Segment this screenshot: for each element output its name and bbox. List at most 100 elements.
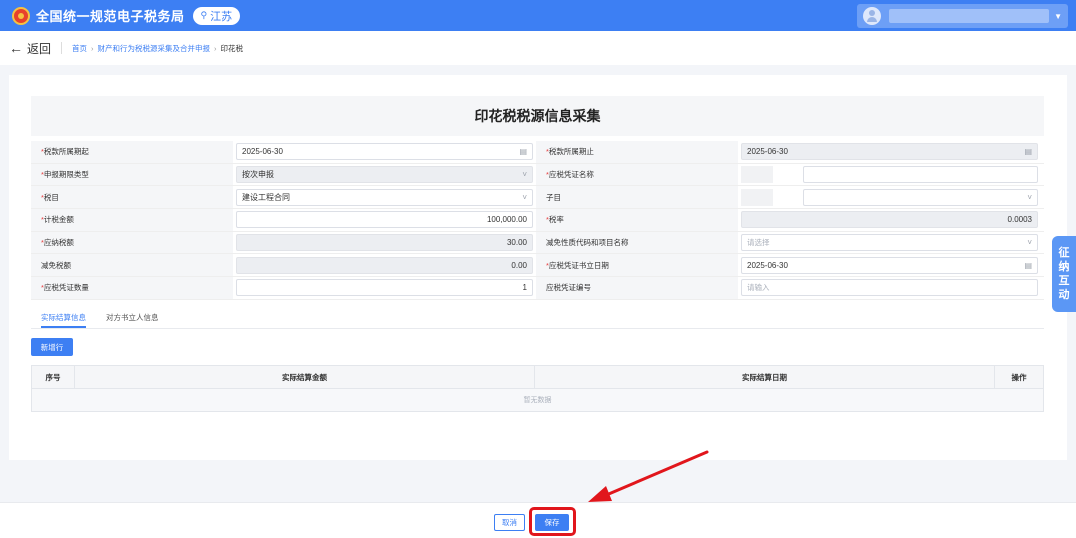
field-input[interactable]: 请输入 [741,279,1038,297]
location-pin-icon: ⚲ [200,10,208,20]
field-input[interactable]: ˅ [803,188,1038,206]
add-row-button[interactable]: 新增行 [31,338,73,356]
field-value: 2025-06-30 [747,260,788,270]
field-label: * 申报期限类型 [31,163,233,186]
field-input: 0.0003 [741,211,1038,229]
table-header: 序号 实际结算金额 实际结算日期 操作 [32,366,1043,389]
field-placeholder: 请输入 [747,283,770,293]
field-input[interactable]: 1 [236,279,533,297]
field-label-text: 应税凭证编号 [546,283,591,293]
field-label-text: 申报期限类型 [43,170,89,180]
field-label: * 税率 [536,209,738,231]
field-value-cell: 请输入 [738,277,1041,299]
field-value-cell: 100,000.00 [233,209,536,231]
cancel-button[interactable]: 取消 [494,514,525,531]
field-label: * 计税金额 [31,209,233,231]
field-value-cell: 0.00 [233,254,536,276]
field-label-text: 计税金额 [43,215,74,225]
user-menu[interactable]: ▼ [857,4,1068,28]
interaction-widget[interactable]: 征纳互动 [1052,236,1076,312]
breadcrumb-separator: › [214,43,217,53]
field-value-cell [738,164,1041,186]
back-button[interactable]: ← 返回 [9,40,51,57]
column-header-date: 实际结算日期 [535,366,995,388]
tax-emblem-icon [12,6,30,25]
field-label-text: 应税凭证书立日期 [548,260,609,270]
page-title: 印花税税源信息采集 [474,108,601,124]
field-value-cell: ˅ [738,186,1041,208]
breadcrumb-current: 印花税 [220,43,244,53]
chevron-down-icon: ˅ [522,192,527,202]
field-label: 子目 [536,186,738,209]
form-card: 印花税税源信息采集 * 税款所属期起 2025-06-30 ▤ * 税款所属期止 2025-… [9,75,1067,460]
field-value: 0.00 [511,260,527,270]
field-value: 1 [522,283,527,293]
field-value-cell: 2025-06-30 ▤ [738,141,1041,163]
field-label-text: 应纳税额 [43,238,74,248]
form-title-bar: 印花税税源信息采集 [31,96,1044,136]
field-input[interactable]: 100,000.00 [236,211,533,229]
calendar-icon: ▤ [1024,147,1032,157]
masked-region [741,188,773,206]
field-value-cell: 建设工程合同 ˅ [233,186,536,208]
form-row: * 税款所属期起 2025-06-30 ▤ * 税款所属期止 2025-06-30 ▤ [31,141,1044,164]
breadcrumb-home[interactable]: 首页 [72,43,87,54]
field-label: * 税款所属期起 [31,141,233,163]
calendar-icon: ▤ [1024,260,1032,270]
interaction-widget-label: 征纳互动 [1058,247,1070,301]
field-label-text: 子目 [546,192,561,202]
calendar-icon: ▤ [519,147,527,157]
field-value-cell: 30.00 [233,232,536,254]
field-input[interactable]: 建设工程合同 ˅ [236,188,533,206]
field-value-cell: 2025-06-30 ▤ [233,141,536,163]
field-value: 2025-06-30 [242,147,283,157]
form-row: 减免税额 0.00 * 应税凭证书立日期 2025-06-30 ▤ [31,254,1044,278]
region-selector[interactable]: ⚲ 江苏 [192,6,241,25]
empty-state: 暂无数据 [32,389,1043,411]
field-label-text: 税目 [43,192,59,202]
breadcrumb-category[interactable]: 财产和行为税税源采集及合并申报 [98,43,211,54]
arrow-left-icon: ← [9,40,23,56]
chevron-down-icon: ˅ [1027,192,1032,202]
field-label-text: 减免税额 [41,260,71,270]
back-label: 返回 [27,41,52,56]
field-label: 减免性质代码和项目名称 [536,231,738,254]
form-row: * 税目 建设工程合同 ˅ 子目 ˅ [31,186,1044,210]
masked-region [741,166,773,184]
avatar [863,7,881,25]
caret-down-icon: ▼ [1054,11,1062,21]
field-value-cell: 按次申报 ˅ [233,164,536,186]
field-label: * 应纳税额 [31,231,233,254]
field-value: 100,000.00 [486,215,527,225]
field-label: * 税款所属期止 [536,141,738,163]
app-title: 全国统一规范电子税务局 [36,9,185,24]
field-label: * 应税凭证名称 [536,163,738,186]
form-row: * 申报期限类型 按次申报 ˅ * 应税凭证名称 [31,163,1044,187]
field-input: 按次申报 ˅ [236,166,533,184]
column-header-amount: 实际结算金额 [75,366,535,388]
form-row: * 应纳税额 30.00 减免性质代码和项目名称 请选择 ˅ [31,231,1044,255]
user-name-masked [889,9,1049,23]
field-value: 30.00 [506,238,527,248]
field-label-text: 税率 [548,215,564,225]
field-value-cell: 0.0003 [738,209,1041,231]
field-value: 按次申报 [242,170,274,180]
field-label: * 应税凭证书立日期 [536,254,738,277]
tab-bar: 实际结算信息 对方书立人信息 [31,310,1044,329]
field-label: * 税目 [31,186,233,209]
field-value: 2025-06-30 [747,147,788,157]
form-row: * 计税金额 100,000.00 * 税率 0.0003 [31,209,1044,232]
tab-counterparty-info[interactable]: 对方书立人信息 [106,310,159,328]
chevron-down-icon: ˅ [1027,238,1032,248]
field-input[interactable]: 请选择 ˅ [741,234,1038,252]
field-value-cell: 2025-06-30 ▤ [738,254,1041,276]
field-label: * 应税凭证数量 [31,277,233,299]
tab-settlement-info[interactable]: 实际结算信息 [41,310,86,328]
field-input[interactable] [803,166,1038,184]
breadcrumb-separator: › [91,43,94,53]
field-input[interactable]: 2025-06-30 ▤ [741,256,1038,274]
field-label-text: 应税凭证名称 [548,170,594,180]
form-row: * 应税凭证数量 1 应税凭证编号 请输入 [31,277,1044,300]
field-input[interactable]: 2025-06-30 ▤ [236,143,533,161]
field-input: 2025-06-30 ▤ [741,143,1038,161]
